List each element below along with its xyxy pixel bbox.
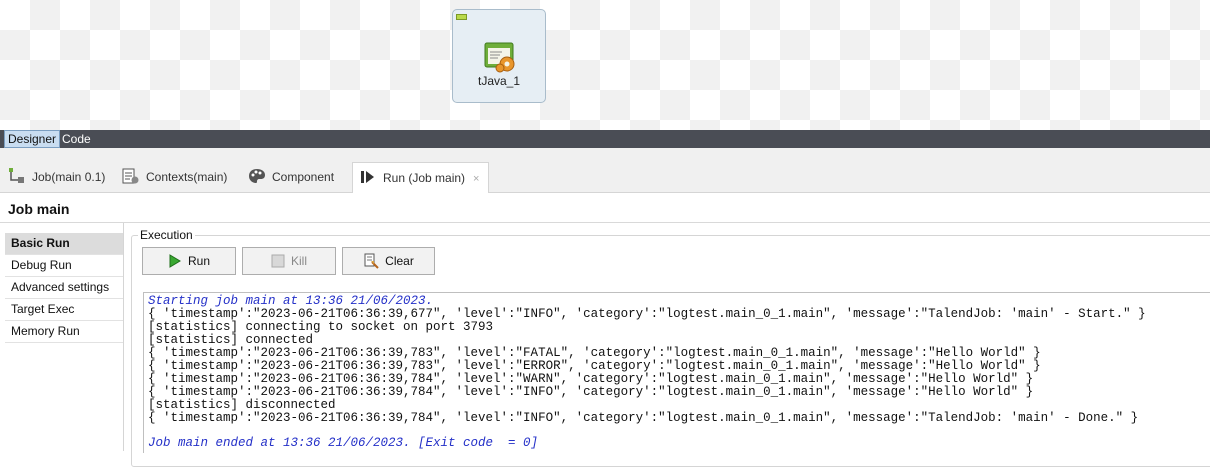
tjava-icon — [484, 42, 515, 73]
component-label: tJava_1 — [477, 74, 521, 88]
tjava-component[interactable]: tJava_1 — [452, 9, 546, 103]
run-mode-sidebar: Basic Run Debug Run Advanced settings Ta… — [5, 233, 123, 343]
palette-icon — [249, 168, 265, 183]
editor-tab-bar: Designer Code — [0, 130, 1210, 148]
clear-button[interactable]: Clear — [342, 247, 435, 275]
close-icon[interactable]: × — [473, 173, 479, 185]
tab-job[interactable]: Job(main 0.1) — [8, 162, 105, 193]
play-icon — [169, 254, 181, 268]
divider — [0, 222, 1210, 223]
stop-icon — [271, 254, 285, 268]
kill-button-label: Kill — [290, 254, 307, 268]
sidebar-item-basic-run[interactable]: Basic Run — [5, 233, 123, 255]
sidebar-item-debug-run[interactable]: Debug Run — [5, 255, 123, 277]
tab-run[interactable]: Run (Job main) × — [352, 162, 489, 193]
tab-component-label: Component — [272, 170, 335, 184]
view-tab-bar: Job(main 0.1) Contexts(main) Component R… — [0, 148, 1210, 193]
console-output[interactable]: Starting job main at 13:36 21/06/2023. {… — [143, 292, 1210, 453]
tab-run-label: Run (Job main) — [383, 171, 466, 185]
execution-group-label: Execution — [138, 228, 195, 242]
console-end-line: Job main ended at 13:36 21/06/2023. [Exi… — [148, 436, 539, 450]
tab-job-label: Job(main 0.1) — [32, 170, 106, 184]
sidebar-item-memory-run[interactable]: Memory Run — [5, 321, 123, 343]
tab-contexts-label: Contexts(main) — [146, 170, 228, 184]
component-status-marker — [456, 14, 467, 20]
clear-console-icon — [364, 253, 379, 269]
run-button[interactable]: Run — [142, 247, 236, 275]
sidebar-item-target-exec[interactable]: Target Exec — [5, 299, 123, 321]
designer-canvas[interactable]: tJava_1 — [0, 0, 1210, 130]
tab-contexts[interactable]: Contexts(main) — [122, 162, 227, 193]
tab-code[interactable]: Code — [59, 131, 94, 147]
job-icon — [9, 167, 24, 183]
run-view-icon — [361, 170, 374, 183]
contexts-icon — [122, 168, 139, 184]
tab-component[interactable]: Component — [248, 162, 334, 193]
sidebar-item-advanced-settings[interactable]: Advanced settings — [5, 277, 123, 299]
tab-designer[interactable]: Designer — [4, 130, 61, 148]
sidebar-divider — [123, 223, 124, 451]
clear-button-label: Clear — [385, 254, 414, 268]
run-button-label: Run — [187, 254, 210, 268]
kill-button[interactable]: Kill — [242, 247, 336, 275]
console-line: { 'timestamp':"2023-06-21T06:36:39,784",… — [148, 411, 1139, 425]
page-title: Job main — [8, 201, 70, 217]
